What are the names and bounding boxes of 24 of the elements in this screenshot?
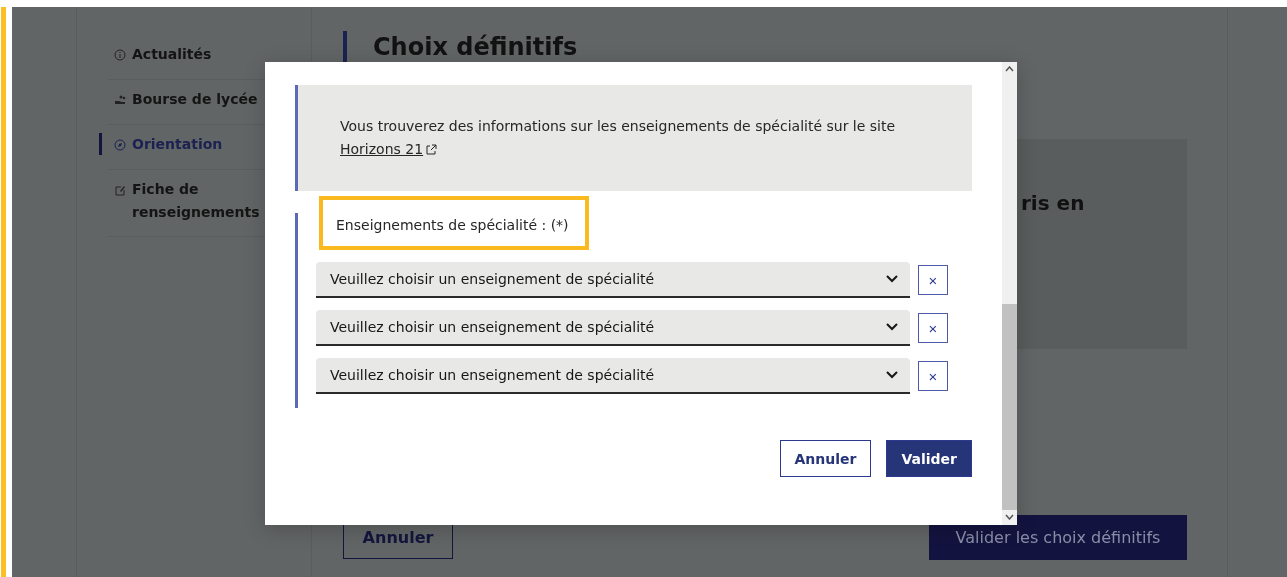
info-text: Vous trouverez des informations sur les enseignements de spécialité sur le site Horizons 21 [340,115,932,161]
select-field[interactable]: Veuillez choisir un enseignement de spécialité [316,310,910,346]
chevron-down-icon [886,275,898,283]
horizons-link[interactable]: Horizons 21 [340,138,438,161]
remove-button[interactable]: × [918,265,948,295]
remove-button[interactable]: × [918,361,948,391]
external-link-icon [426,144,438,155]
card-text: ris en [1021,191,1085,215]
select-field[interactable]: Veuillez choisir un enseignement de spécialité [316,358,910,394]
scroll-down-icon[interactable] [1005,514,1014,520]
edit-document-icon [114,184,126,196]
submit-button[interactable]: Valider les choix définitifs [929,515,1187,560]
info-icon [114,49,126,61]
select-field[interactable]: Veuillez choisir un enseignement de spécialité [316,262,910,298]
compass-icon [114,139,126,151]
field-label: Enseignements de spécialité : (*) [336,217,569,233]
chevron-down-icon [886,371,898,379]
validate-button[interactable]: Valider [886,440,972,477]
chevron-down-icon [886,323,898,331]
remove-button[interactable]: × [918,313,948,343]
cancel-button[interactable]: Annuler [779,440,872,477]
scrollbar-thumb[interactable] [1002,304,1017,510]
scrollbar[interactable] [1002,62,1017,525]
scroll-up-icon[interactable] [1005,66,1014,72]
